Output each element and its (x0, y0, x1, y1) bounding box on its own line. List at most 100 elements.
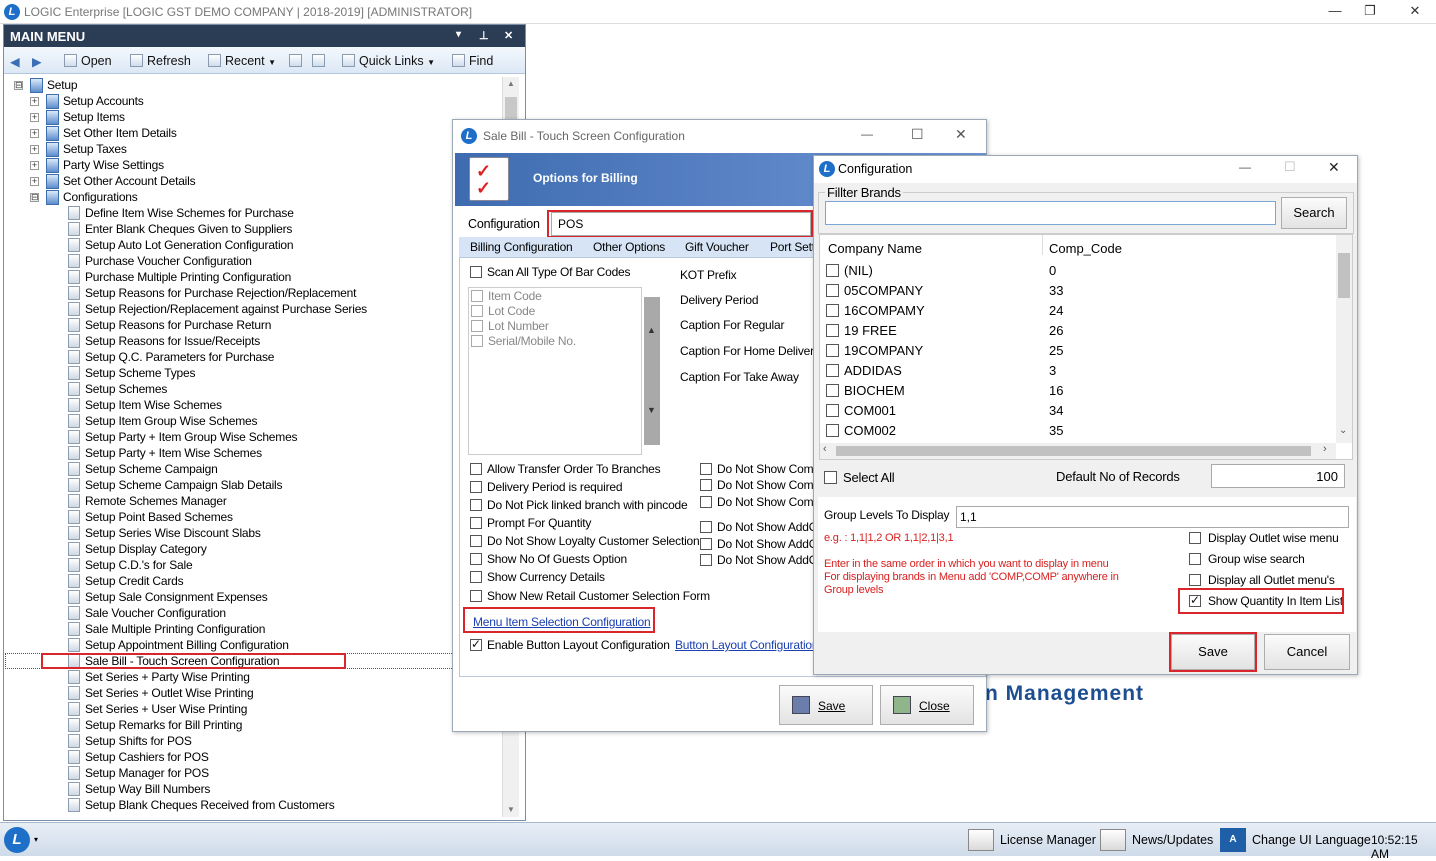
tree-config-item[interactable]: Setup Cashiers for POS (85, 749, 209, 765)
search-button[interactable]: Search (1281, 197, 1347, 229)
tree-config-item[interactable]: Setup Series Wise Discount Slabs (85, 525, 261, 541)
expand-icon[interactable]: + (30, 97, 39, 106)
list-scrollbar[interactable]: ▲ ▼ (644, 297, 660, 445)
group-levels-input[interactable]: 1,1 (956, 506, 1349, 528)
recent-button[interactable]: Recent ▼ (208, 54, 276, 68)
option-checkbox[interactable] (470, 571, 482, 583)
table-row[interactable]: ADDIDAS 3 (820, 361, 1336, 381)
scroll-down-icon[interactable]: ▼ (507, 805, 515, 814)
expand-icon[interactable]: ⊟ (30, 193, 39, 202)
row-checkbox[interactable] (826, 304, 839, 317)
tree-config-item[interactable]: Setup Rejection/Replacement against Purc… (85, 301, 367, 317)
default-records-input[interactable]: 100 (1211, 464, 1345, 488)
list-item-checkbox[interactable] (471, 335, 483, 347)
news-updates-link[interactable]: News/Updates (1132, 833, 1213, 847)
expand-icon[interactable]: + (30, 129, 39, 138)
hscroll-right-icon[interactable]: › (1323, 443, 1327, 455)
grid-hscroll[interactable]: ‹ › (820, 443, 1336, 459)
row-checkbox[interactable] (826, 264, 839, 277)
tab-gift-voucher[interactable]: Gift Voucher (685, 240, 749, 254)
list-scroll-down-icon[interactable]: ▼ (647, 405, 656, 415)
tree-group-item[interactable]: Setup Items (63, 109, 125, 125)
tree-config-item[interactable]: Setup Auto Lot Generation Configuration (85, 237, 294, 253)
news-icon[interactable] (1100, 829, 1126, 851)
start-logo-icon[interactable]: L (4, 827, 30, 853)
list-item-checkbox[interactable] (471, 305, 483, 317)
table-row[interactable]: 16COMPAMY 24 (820, 301, 1336, 321)
scroll-up-icon[interactable]: ▲ (507, 79, 515, 88)
table-row[interactable]: COM001 34 (820, 401, 1336, 421)
tree-config-item[interactable]: Setup Way Bill Numbers (85, 781, 210, 797)
pin-icon[interactable]: ⊥ (479, 29, 489, 42)
change-language-link[interactable]: Change UI Language (1252, 833, 1371, 847)
tree-config-item[interactable]: Setup Q.C. Parameters for Purchase (85, 349, 274, 365)
expand-icon[interactable]: ⊟ (14, 81, 23, 90)
forward-arrow-icon[interactable]: ▶ (32, 54, 42, 69)
table-row[interactable]: 19 FREE 26 (820, 321, 1336, 341)
row-checkbox[interactable] (826, 384, 839, 397)
tree-config-item[interactable]: Setup Display Category (85, 541, 207, 557)
tree-item-setup[interactable]: Setup (47, 77, 78, 93)
refresh-button[interactable]: Refresh (130, 54, 191, 68)
grid-scroll-down-icon[interactable]: ⌄ (1339, 425, 1347, 436)
config-option-checkbox[interactable] (1189, 532, 1201, 544)
config-minimize-icon[interactable]: — (1239, 160, 1251, 174)
tree-config-item[interactable]: Setup C.D.'s for Sale (85, 557, 193, 573)
tree-config-item[interactable]: Setup Manager for POS (85, 765, 209, 781)
config-option-checkbox[interactable] (1189, 574, 1201, 586)
license-manager-link[interactable]: License Manager (1000, 833, 1096, 847)
tree-group-item[interactable]: Party Wise Settings (63, 157, 164, 173)
tree-config-item[interactable]: Setup Scheme Campaign (85, 461, 218, 477)
table-row[interactable]: 05COMPANY 33 (820, 281, 1336, 301)
filter-brands-input[interactable] (825, 201, 1276, 225)
tree-config-item[interactable]: Setup Credit Cards (85, 573, 184, 589)
hscroll-left-icon[interactable]: ‹ (823, 443, 827, 455)
tree-config-item[interactable]: Define Item Wise Schemes for Purchase (85, 205, 294, 221)
option-checkbox[interactable] (470, 481, 482, 493)
toolbar-button-b[interactable] (312, 54, 329, 68)
grid-scroll-thumb[interactable] (1338, 253, 1350, 298)
enable-layout-checkbox[interactable] (470, 637, 482, 651)
row-checkbox[interactable] (826, 364, 839, 377)
expand-icon[interactable]: + (30, 113, 39, 122)
start-dropdown-icon[interactable]: ▾ (34, 835, 38, 844)
option-checkbox[interactable] (700, 496, 712, 508)
row-checkbox[interactable] (826, 324, 839, 337)
tree-group-item[interactable]: Set Other Item Details (63, 125, 177, 141)
tab-billing-configuration[interactable]: Billing Configuration (470, 240, 573, 254)
dialog-maximize-icon[interactable]: ☐ (911, 126, 924, 143)
option-checkbox[interactable] (700, 479, 712, 491)
license-icon[interactable] (968, 829, 994, 851)
tree-group-item[interactable]: Set Other Account Details (63, 173, 196, 189)
dropdown-icon[interactable]: ▾ (456, 29, 461, 40)
list-item-checkbox[interactable] (471, 290, 483, 302)
tree-config-item[interactable]: Setup Shifts for POS (85, 733, 192, 749)
tree-config-item[interactable]: Setup Party + Item Wise Schemes (85, 445, 262, 461)
minimize-icon[interactable]: — (1320, 3, 1350, 18)
open-button[interactable]: Open (64, 54, 112, 68)
option-checkbox[interactable] (470, 517, 482, 529)
button-layout-link[interactable]: Button Layout Configuration (675, 638, 819, 652)
restore-icon[interactable]: ❐ (1355, 3, 1385, 19)
tree-config-item[interactable]: Setup Reasons for Purchase Return (85, 317, 271, 333)
option-checkbox[interactable] (470, 553, 482, 565)
config-option-checkbox[interactable] (1189, 553, 1201, 565)
tree-config-item[interactable]: Setup Scheme Types (85, 365, 195, 381)
expand-icon[interactable]: + (30, 161, 39, 170)
scan-barcodes-checkbox[interactable] (470, 266, 482, 278)
tree-config-item[interactable]: Enter Blank Cheques Given to Suppliers (85, 221, 292, 237)
dialog-minimize-icon[interactable]: — (861, 127, 873, 141)
tree-config-item[interactable]: Setup Party + Item Group Wise Schemes (85, 429, 298, 445)
tree-config-item[interactable]: Setup Blank Cheques Received from Custom… (85, 797, 335, 813)
tree-config-item[interactable]: Setup Sale Consignment Expenses (85, 589, 268, 605)
row-checkbox[interactable] (826, 284, 839, 297)
row-checkbox[interactable] (826, 424, 839, 437)
option-checkbox[interactable] (470, 535, 482, 547)
tree-config-item[interactable]: Sale Voucher Configuration (85, 605, 226, 621)
table-row[interactable]: (NIL) 0 (820, 261, 1336, 281)
tree-config-item[interactable]: Remote Schemes Manager (85, 493, 227, 509)
option-checkbox[interactable] (470, 499, 482, 511)
tree-config-item[interactable]: Setup Item Wise Schemes (85, 397, 222, 413)
tree-config-item[interactable]: Setup Reasons for Issue/Receipts (85, 333, 260, 349)
option-checkbox[interactable] (700, 538, 712, 550)
